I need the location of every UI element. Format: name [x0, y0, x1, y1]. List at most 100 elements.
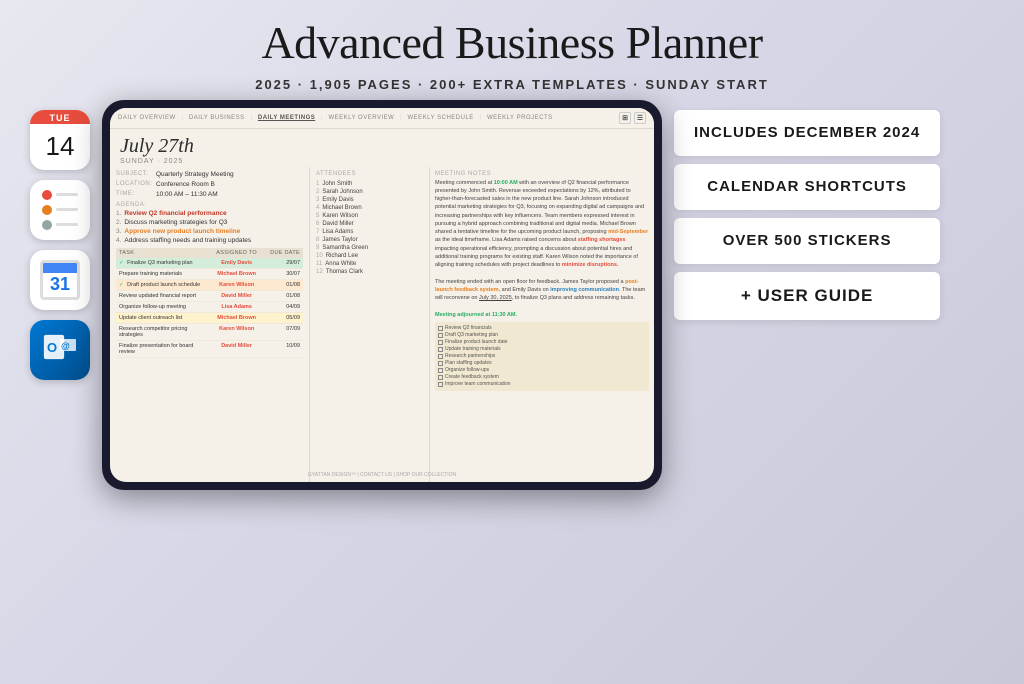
notes-panel: MEETING NOTES Meeting commenced at 10:00…	[430, 167, 654, 482]
agenda-text-2: Discuss marketing strategies for Q3	[124, 219, 227, 226]
task-row-7: Research competitor pricing strategies K…	[116, 324, 303, 341]
check-item-5: Research partnerships	[438, 353, 646, 360]
planner-body: SUBJECT: Quarterly Strategy Meeting LOCA…	[110, 167, 654, 482]
gcal-number: 31	[43, 273, 77, 297]
agenda-section: AGENDA: 1. Review Q2 financial performan…	[116, 202, 303, 244]
agenda-label: AGENDA:	[116, 202, 303, 208]
check-item-8: Create feedback system	[438, 374, 646, 381]
location-value: Conference Room B	[156, 181, 215, 188]
checklist-box: Review Q2 financials Draft Q3 marketing …	[435, 322, 649, 391]
task-header-due: DUE DATE	[264, 250, 300, 256]
subject-row: SUBJECT: Quarterly Strategy Meeting	[116, 171, 303, 178]
subject-value: Quarterly Strategy Meeting	[156, 171, 234, 178]
svg-text:O: O	[47, 340, 57, 355]
agenda-item-1: 1. Review Q2 financial performance	[116, 210, 303, 217]
task-row-3: ✓ Draft product launch schedule Karen Wi…	[116, 280, 303, 291]
check-item-1: Review Q2 financials	[438, 325, 646, 332]
attendee-3: 3Emily Davis	[316, 196, 423, 204]
reminders-app-icon[interactable]	[30, 180, 90, 240]
check-item-4: Update training materials	[438, 346, 646, 353]
attendees-label: ATTENDEES	[316, 171, 423, 177]
nav-daily-business[interactable]: DAILY BUSINESS	[189, 115, 245, 121]
dot-line-3	[56, 223, 78, 226]
subject-label: SUBJECT:	[116, 171, 156, 178]
notes-label: MEETING NOTES	[435, 171, 649, 177]
agenda-item-3: 3. Approve new product launch timeline	[116, 228, 303, 235]
device-footer: GYATTAN DESIGN™ | CONTACT US | SHOP OUR …	[110, 472, 654, 478]
agenda-item-4: 4. Address staffing needs and training u…	[116, 237, 303, 244]
agenda-item-2: 2. Discuss marketing strategies for Q3	[116, 219, 303, 226]
task-row-8: Finalize presentation for board review D…	[116, 341, 303, 358]
device-mockup: DAILY OVERVIEW | DAILY BUSINESS | DAILY …	[102, 100, 662, 490]
planner-nav: DAILY OVERVIEW | DAILY BUSINESS | DAILY …	[110, 108, 654, 129]
left-panel: SUBJECT: Quarterly Strategy Meeting LOCA…	[110, 167, 310, 482]
card-calendar-shortcuts: CALENDAR SHORTCUTS	[674, 164, 940, 210]
outlook-label: O @	[42, 329, 78, 371]
tablet-device: DAILY OVERVIEW | DAILY BUSINESS | DAILY …	[102, 100, 662, 490]
reminder-dots-container	[42, 190, 78, 230]
reminder-dot-2	[42, 205, 78, 215]
card-december: INCLUDES DECEMBER 2024	[674, 110, 940, 156]
attendee-9: 9Samantha Green	[316, 244, 423, 252]
nav-daily-meetings[interactable]: DAILY MEETINGS	[258, 115, 315, 121]
reminder-dot-1	[42, 190, 78, 200]
content-area: TUE 14	[0, 100, 1024, 490]
notes-text: Meeting commenced at 10:00 AM with an ov…	[435, 179, 649, 319]
check-item-9: Improve team communication	[438, 381, 646, 388]
dot-line-2	[56, 208, 78, 211]
nav-icon-menu[interactable]: ☰	[634, 112, 646, 124]
task-row-1: ✓ Finalize Q3 marketing plan Emily Davis…	[116, 258, 303, 269]
gcal-top-bar	[43, 263, 77, 273]
right-cards: INCLUDES DECEMBER 2024 CALENDAR SHORTCUT…	[674, 100, 940, 320]
gcal-inner: 31	[40, 260, 80, 300]
task-row-5: Organize follow-up meeting Lisa Adams 04…	[116, 302, 303, 313]
dot-line-1	[56, 193, 78, 196]
card-stickers: OVER 500 STICKERS	[674, 218, 940, 264]
nav-daily-overview[interactable]: DAILY OVERVIEW	[118, 115, 176, 121]
task-header-task: TASK	[119, 250, 210, 256]
nav-icon-grid[interactable]: ⊞	[619, 112, 631, 124]
planner-date: July 27th	[120, 135, 194, 158]
date-container: July 27th SUNDAY · 2025	[120, 135, 194, 165]
attendee-12: 12Thomas Clark	[316, 268, 423, 276]
card-user-guide-title: + USER GUIDE	[741, 286, 873, 305]
outlook-app-icon[interactable]: O @	[30, 320, 90, 380]
attendee-5: 5Karen Wilson	[316, 212, 423, 220]
check-item-2: Draft Q3 marketing plan	[438, 332, 646, 339]
svg-text:@: @	[61, 341, 70, 351]
check-item-6: Plan staffing updates	[438, 360, 646, 367]
nav-weekly-projects[interactable]: WEEKLY PROJECTS	[487, 115, 553, 121]
task-row-6: Update client outreach list Michael Brow…	[116, 313, 303, 324]
card-calendar-shortcuts-title: CALENDAR SHORTCUTS	[707, 178, 907, 195]
dot-red	[42, 190, 52, 200]
nav-weekly-overview[interactable]: WEEKLY OVERVIEW	[328, 115, 394, 121]
planner-header: July 27th SUNDAY · 2025	[110, 129, 654, 167]
attendee-6: 6David Miller	[316, 220, 423, 228]
agenda-text-1: Review Q2 financial performance	[124, 210, 226, 217]
task-row-4: Review updated financial report David Mi…	[116, 291, 303, 302]
card-december-title: INCLUDES DECEMBER 2024	[694, 124, 920, 141]
attendee-1: 1John Smith	[316, 180, 423, 188]
device-screen: DAILY OVERVIEW | DAILY BUSINESS | DAILY …	[110, 108, 654, 482]
time-label: TIME:	[116, 191, 156, 198]
attendee-7: 7Lisa Adams	[316, 228, 423, 236]
check-item-3: Finalize product launch date	[438, 339, 646, 346]
check-item-7: Organize follow-ups	[438, 367, 646, 374]
nav-weekly-schedule[interactable]: WEEKLY SCHEDULE	[408, 115, 474, 121]
attendee-8: 8James Taylor	[316, 236, 423, 244]
left-icons: TUE 14	[30, 100, 90, 380]
task-header-assigned: ASSIGNED TO	[210, 250, 264, 256]
planner-day: SUNDAY · 2025	[120, 158, 194, 165]
task-row-2: Prepare training materials Michael Brown…	[116, 269, 303, 280]
reminder-dot-3	[42, 220, 78, 230]
calendar-app-icon[interactable]: TUE 14	[30, 110, 90, 170]
google-calendar-app-icon[interactable]: 31	[30, 250, 90, 310]
main-title: Advanced Business Planner	[0, 18, 1024, 69]
calendar-day: TUE	[30, 110, 90, 124]
agenda-text-4: Address staffing needs and training upda…	[124, 237, 251, 244]
time-value: 10:00 AM – 11:30 AM	[156, 191, 218, 198]
dot-orange	[42, 205, 52, 215]
attendee-2: 2Sarah Johnson	[316, 188, 423, 196]
attendee-11: 11Anna White	[316, 260, 423, 268]
task-table-header: TASK ASSIGNED TO DUE DATE	[116, 248, 303, 258]
